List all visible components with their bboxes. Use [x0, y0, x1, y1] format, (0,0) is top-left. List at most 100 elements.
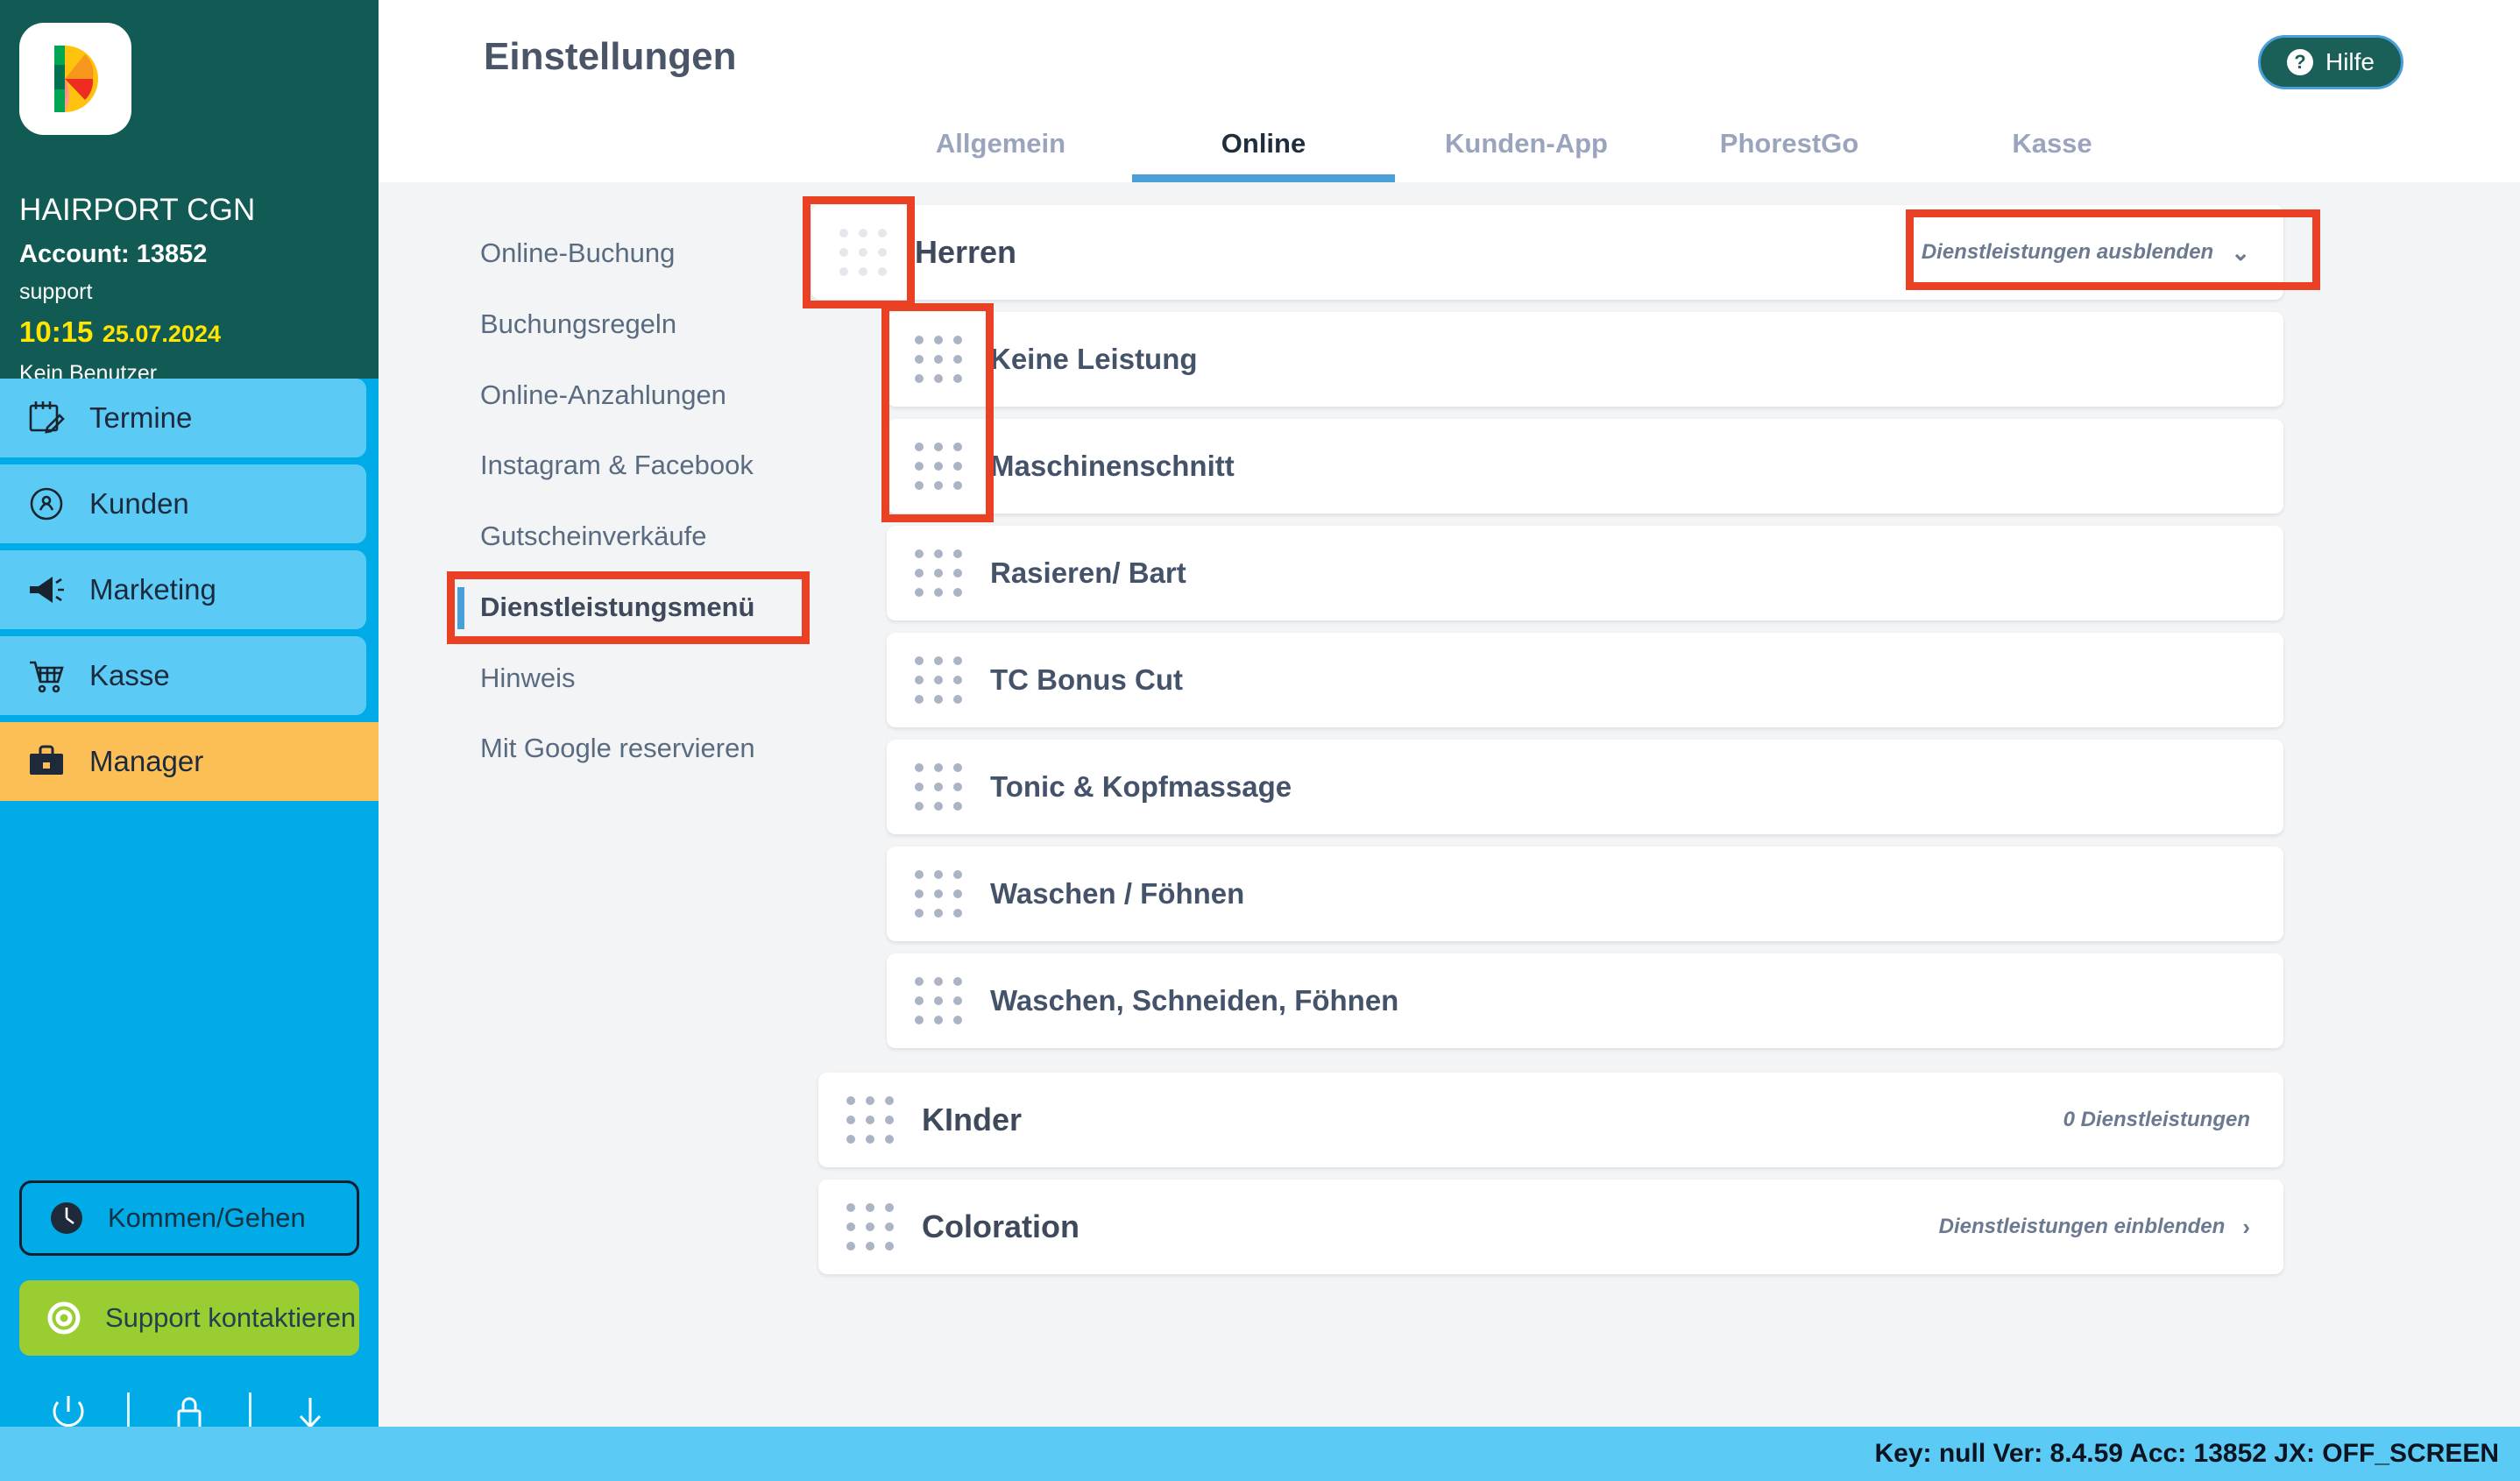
category-toggle-herren[interactable]: Dienstleistungen ausblenden ⌄ — [1922, 239, 2283, 266]
submenu-item-dienstleistungsmenue[interactable]: Dienstleistungsmenü — [457, 578, 799, 637]
phorest-logo — [19, 23, 131, 135]
service-row[interactable]: TC Bonus Cut — [887, 633, 2283, 727]
support-kontaktieren-button[interactable]: Support kontaktieren — [19, 1280, 359, 1356]
tab-kunden-app[interactable]: Kunden-App — [1395, 128, 1658, 182]
row-gap — [799, 300, 2520, 312]
drag-handle-icon — [839, 229, 887, 276]
clock-date: 25.07.2024 — [102, 321, 221, 347]
tab-allgemein[interactable]: Allgemein — [869, 128, 1132, 182]
drag-handle-icon — [846, 1096, 894, 1144]
drag-handle-icon — [915, 763, 962, 811]
submenu-item-instagram-facebook[interactable]: Instagram & Facebook — [457, 436, 799, 495]
sidebar-item-label: Marketing — [89, 573, 216, 606]
category-row-kinder[interactable]: KInder 0 Dienstleistungen — [818, 1073, 2283, 1167]
lifebuoy-icon — [40, 1294, 88, 1342]
drag-handle[interactable] — [887, 953, 990, 1048]
app-root: HAIRPORT CGN Account: 13852 support 10:1… — [0, 0, 2520, 1481]
help-button[interactable]: ? Hilfe — [2257, 35, 2403, 89]
service-name: TC Bonus Cut — [990, 663, 1183, 696]
submenu-item-hinweis[interactable]: Hinweis — [457, 649, 799, 708]
tab-online[interactable]: Online — [1132, 128, 1395, 182]
user-role: support — [19, 280, 93, 304]
category-toggle-coloration[interactable]: Dienstleistungen einblenden › — [1939, 1214, 2283, 1241]
megaphone-icon — [23, 566, 70, 613]
category-name: Coloration — [922, 1208, 1079, 1244]
tab-bar: Allgemein Online Kunden-App PhorestGo Ka… — [869, 128, 2184, 182]
clock-icon — [43, 1194, 90, 1242]
category-toggle-label: Dienstleistungen ausblenden — [1921, 240, 2214, 264]
service-row[interactable]: Rasieren/ Bart — [887, 526, 2283, 620]
page-title: Einstellungen — [484, 35, 737, 78]
drag-handle-icon — [915, 977, 962, 1024]
submenu-item-online-buchung[interactable]: Online-Buchung — [457, 224, 799, 283]
submenu-item-mit-google-reservieren[interactable]: Mit Google reservieren — [457, 719, 799, 778]
service-name: Tonic & Kopfmassage — [990, 770, 1292, 803]
drag-handle-icon — [915, 656, 962, 704]
content-area: Online-Buchung Buchungsregeln Online-Anz… — [379, 182, 2520, 1481]
tab-phorestgo[interactable]: PhorestGo — [1658, 128, 1921, 182]
drag-handle[interactable] — [887, 633, 990, 727]
sidebar-item-kasse[interactable]: Kasse — [0, 636, 366, 715]
drag-handle[interactable] — [887, 312, 990, 407]
shopping-cart-icon — [23, 652, 70, 699]
drag-handle[interactable] — [887, 740, 990, 834]
category-count-label: 0 Dienstleistungen — [2063, 1108, 2250, 1131]
account-number: Account: 13852 — [19, 240, 208, 268]
category-name: Herren — [915, 234, 1017, 270]
status-bar: Key: null Ver: 8.4.59 Acc: 13852 JX: OFF… — [0, 1427, 2520, 1481]
row-gap — [799, 1060, 2520, 1073]
sidebar-item-label: Kunden — [89, 487, 189, 520]
service-name: Waschen / Föhnen — [990, 877, 1245, 910]
sidebar-item-label: Kasse — [89, 659, 170, 691]
sidebar-item-kunden[interactable]: Kunden — [0, 464, 366, 543]
support-kontaktieren-label: Support kontaktieren — [105, 1302, 357, 1333]
chevron-right-icon: › — [2242, 1213, 2250, 1240]
kommen-gehen-button[interactable]: Kommen/Gehen — [19, 1180, 359, 1256]
chevron-down-icon: ⌄ — [2231, 238, 2250, 266]
drag-handle-icon — [846, 1203, 894, 1251]
client-icon — [23, 480, 70, 528]
drag-handle-icon — [915, 336, 962, 383]
drag-handle[interactable] — [887, 847, 990, 941]
help-button-label: Hilfe — [2325, 48, 2375, 75]
sidebar: HAIRPORT CGN Account: 13852 support 10:1… — [0, 0, 379, 1481]
phorest-logo-icon — [54, 46, 98, 112]
question-mark-icon: ? — [2286, 49, 2313, 75]
submenu-item-online-anzahlungen[interactable]: Online-Anzahlungen — [457, 366, 799, 425]
drag-handle-icon — [915, 549, 962, 597]
sidebar-item-label: Manager — [89, 745, 204, 777]
sidebar-item-marketing[interactable]: Marketing — [0, 550, 366, 629]
sidebar-item-manager[interactable]: Manager — [0, 722, 379, 801]
submenu-item-gutscheinverkaeufe[interactable]: Gutscheinverkäufe — [457, 507, 799, 566]
service-name: Maschinenschnitt — [990, 450, 1235, 482]
submenu-item-buchungsregeln[interactable]: Buchungsregeln — [457, 295, 799, 354]
category-row-coloration[interactable]: Coloration Dienstleistungen einblenden › — [818, 1180, 2283, 1274]
clock: 10:15 25.07.2024 — [19, 315, 359, 349]
main-area: Einstellungen ? Hilfe Allgemein Online K… — [379, 0, 2520, 1481]
category-service-count: 0 Dienstleistungen — [2063, 1108, 2283, 1132]
category-name: KInder — [922, 1102, 1023, 1137]
clock-time: 10:15 — [19, 315, 94, 348]
service-name: Rasieren/ Bart — [990, 556, 1186, 589]
drag-handle[interactable] — [887, 526, 990, 620]
top-bar: Einstellungen ? Hilfe Allgemein Online K… — [379, 0, 2520, 182]
service-name: Keine Leistung — [990, 343, 1198, 375]
drag-handle[interactable] — [818, 1180, 922, 1274]
kommen-gehen-label: Kommen/Gehen — [108, 1202, 306, 1233]
drag-handle[interactable] — [887, 419, 990, 514]
service-row[interactable]: Tonic & Kopfmassage — [887, 740, 2283, 834]
service-row[interactable]: Keine Leistung — [887, 312, 2283, 407]
drag-handle[interactable] — [811, 205, 915, 300]
sidebar-item-termine[interactable]: Termine — [0, 379, 366, 457]
drag-handle-icon — [915, 870, 962, 918]
status-bar-text: Key: null Ver: 8.4.59 Acc: 13852 JX: OFF… — [1874, 1439, 2499, 1468]
service-row[interactable]: Maschinenschnitt — [887, 419, 2283, 514]
sidebar-account-panel: HAIRPORT CGN Account: 13852 support 10:1… — [0, 0, 379, 386]
tab-kasse[interactable]: Kasse — [1921, 128, 2184, 182]
service-row[interactable]: Waschen / Föhnen — [887, 847, 2283, 941]
drag-handle[interactable] — [818, 1073, 922, 1167]
sidebar-nav: Termine Kunden Marketing Kasse Manager — [0, 379, 379, 808]
service-row[interactable]: Waschen, Schneiden, Föhnen — [887, 953, 2283, 1048]
category-row-herren[interactable]: Herren Dienstleistungen ausblenden ⌄ — [811, 205, 2283, 300]
